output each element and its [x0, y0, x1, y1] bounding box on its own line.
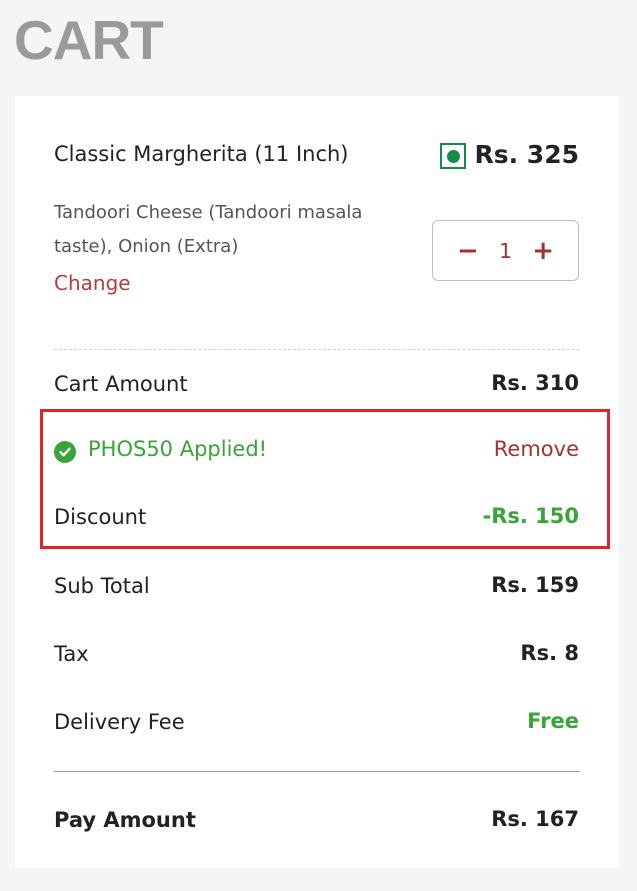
cart-amount-label: Cart Amount	[54, 372, 188, 396]
remove-promo-button[interactable]: Remove	[494, 437, 579, 461]
quantity-value: 1	[499, 238, 512, 263]
item-price: Rs. 325	[474, 140, 579, 169]
change-link[interactable]: Change	[54, 271, 131, 295]
solid-divider	[54, 771, 580, 772]
item-description: Tandoori Cheese (Tandoori masala taste),…	[54, 202, 363, 257]
pay-amount-value: Rs. 167	[491, 807, 579, 831]
page-title: CART	[14, 9, 164, 71]
cart-amount-value: Rs. 310	[491, 371, 579, 395]
discount-label: Discount	[54, 505, 147, 529]
dashed-divider	[54, 349, 580, 350]
veg-dot	[446, 149, 460, 163]
tax-label: Tax	[54, 642, 89, 666]
promo-applied-text: PHOS50 Applied!	[88, 437, 268, 461]
delivery-fee-value: Free	[527, 709, 579, 733]
subtotal-label: Sub Total	[54, 574, 150, 598]
delivery-fee-label: Delivery Fee	[54, 710, 185, 734]
item-name: Classic Margherita (11 Inch)	[54, 142, 349, 166]
pay-amount-label: Pay Amount	[54, 808, 196, 832]
discount-value: -Rs. 150	[482, 504, 579, 528]
quantity-stepper: − 1 +	[432, 220, 579, 281]
decrease-quantity-button[interactable]: −	[457, 238, 479, 264]
cart-card: Classic Margherita (11 Inch) Rs. 325 Tan…	[15, 96, 619, 868]
increase-quantity-button[interactable]: +	[532, 238, 554, 264]
veg-indicator-icon	[440, 143, 466, 169]
tax-value: Rs. 8	[520, 641, 579, 665]
check-circle-icon	[54, 441, 76, 463]
subtotal-value: Rs. 159	[491, 573, 579, 597]
